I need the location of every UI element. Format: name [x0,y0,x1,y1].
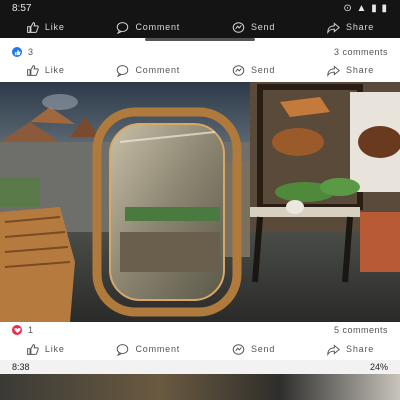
comment-button[interactable]: Comment [116,21,180,34]
status-bar-top: 8:57 ⊙ ▲ ▮ ▮ [0,0,400,16]
send-button[interactable]: Send [232,21,275,34]
comment-bubble-icon [117,64,129,77]
send-icon [232,21,245,33]
share-arrow-icon [327,343,340,356]
drag-handle[interactable] [145,38,255,41]
share-label: Share [346,344,375,354]
share-label: Share [346,65,375,75]
send-button[interactable]: Send [232,343,275,356]
like-label: Like [44,65,65,75]
share-arrow-icon [327,64,340,77]
send-icon [232,343,245,355]
comments-count[interactable]: 5 comments [334,325,388,335]
status-bar-embedded: 8:38 24% [0,360,400,374]
like-button[interactable]: Like [26,343,65,356]
comment-label: Comment [135,344,181,354]
status-time-embedded: 8:38 [12,362,30,372]
thumbs-up-icon [27,21,39,33]
thumbs-up-icon [27,64,39,76]
share-label: Share [346,22,375,32]
status-icons: ⊙ ▲ ▮ ▮ [343,2,388,14]
share-button[interactable]: Share [327,64,374,77]
comments-count[interactable]: 3 comments [334,47,388,57]
reaction-count[interactable]: 1 [28,325,34,335]
like-label: Like [44,22,65,32]
like-button[interactable]: Like [26,21,65,34]
status-time: 8:57 [12,2,32,14]
mirror-shop-image [0,82,400,322]
share-arrow-icon [327,21,340,34]
comment-button[interactable]: Comment [116,343,180,356]
send-icon [232,64,245,76]
send-label: Send [250,65,276,75]
battery-level: 24% [369,362,388,372]
comment-bubble-icon [117,343,129,356]
post-reactions-row: 1 5 comments [0,322,400,338]
previous-post-action-bar: Like Comment Send Share [0,16,400,38]
comment-button[interactable]: Comment [116,64,180,77]
comment-bubble-icon [117,21,129,34]
next-post-photo-preview[interactable] [0,374,400,400]
like-label: Like [44,344,65,354]
like-button[interactable]: Like [26,64,65,77]
send-label: Send [250,22,276,32]
reaction-count[interactable]: 3 [28,47,34,57]
send-button[interactable]: Send [232,64,275,77]
comment-label: Comment [135,22,181,32]
share-button[interactable]: Share [327,343,374,356]
send-label: Send [250,344,276,354]
top-reactions-row: 3 3 comments [0,44,400,60]
post-photo[interactable] [0,82,400,322]
post-action-bar-bottom: Like Comment Send Share [0,338,400,360]
post-action-bar: Like Comment Send Share [0,59,400,81]
comment-label: Comment [135,65,181,75]
like-badge-icon [12,47,22,57]
thumbs-up-icon [27,343,39,355]
share-button[interactable]: Share [327,21,374,34]
love-badge-icon [12,325,22,335]
